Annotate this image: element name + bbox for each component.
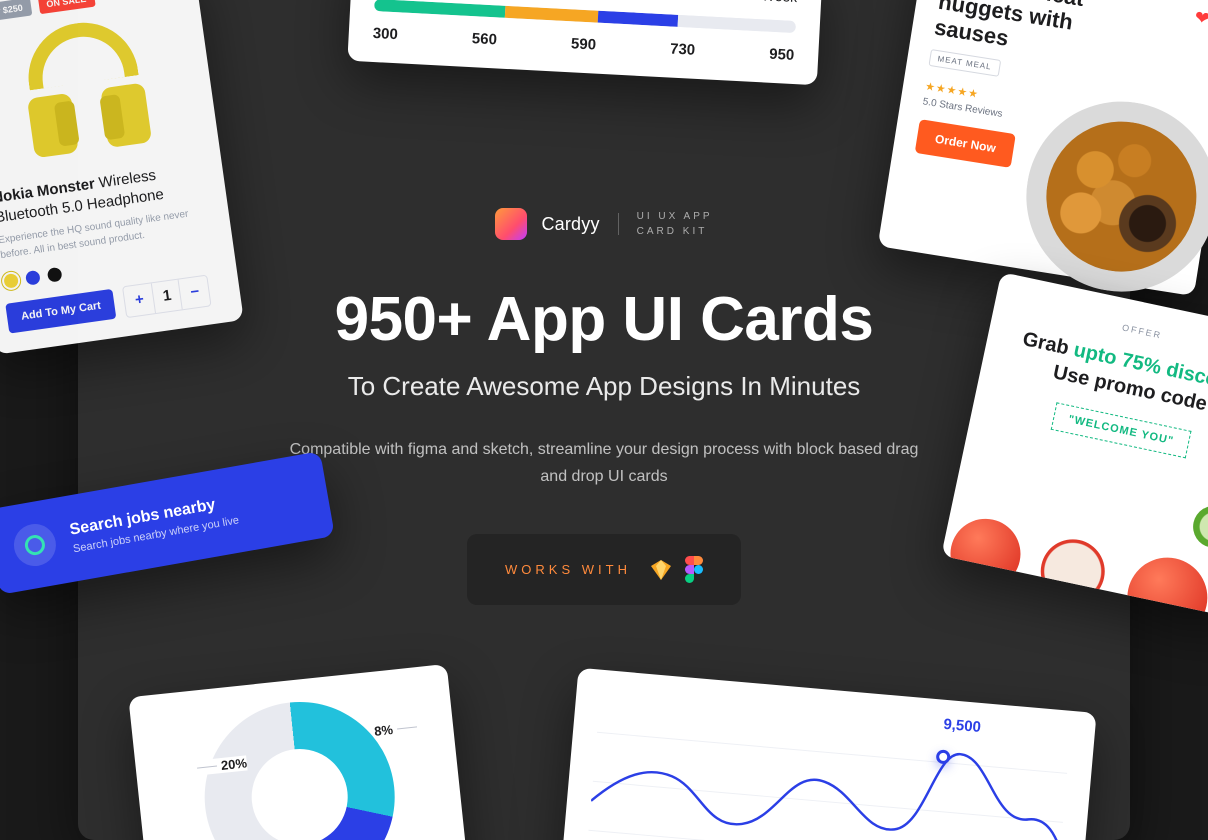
food-tag: MEAT MEAL	[928, 49, 1000, 77]
brand-tagline-l1: UI UX APP	[637, 209, 713, 224]
brand-tagline: UI UX APP CARD KIT	[637, 209, 713, 239]
line-chart-svg	[587, 692, 1071, 840]
figma-icon	[685, 556, 703, 583]
swatch-yellow[interactable]	[3, 272, 19, 288]
offer-prefix: Grab	[1021, 328, 1077, 360]
swatch-blue[interactable]	[25, 269, 41, 285]
badge-sale: ON SALE	[37, 0, 95, 14]
donut-label-8: 8%	[373, 719, 417, 738]
order-now-button[interactable]: Order Now	[915, 119, 1016, 168]
location-icon	[11, 521, 60, 570]
sketch-icon	[649, 558, 673, 582]
progress-labels: 300 560 590 730 950	[372, 25, 794, 64]
brand-tagline-l2: CARD KIT	[637, 224, 713, 239]
qty-minus[interactable]: −	[179, 275, 211, 309]
promo-code[interactable]: "WELCOME YOU"	[1051, 402, 1191, 458]
progress-label-3: 730	[670, 41, 696, 59]
swatch-black[interactable]	[47, 266, 63, 282]
progress-label-1: 560	[471, 30, 497, 48]
brand-name: Cardyy	[541, 214, 599, 235]
works-with-label: WORKS WITH	[505, 562, 631, 577]
works-with-pill: WORKS WITH	[467, 534, 741, 605]
qty-plus[interactable]: +	[123, 283, 155, 317]
headphones-image	[1, 5, 170, 174]
heart-icon[interactable]: ❤	[1187, 3, 1208, 33]
brand-logo-icon	[495, 208, 527, 240]
progress-label-0: 300	[372, 25, 398, 43]
hero-description: Compatible with figma and sketch, stream…	[284, 436, 924, 490]
qty-value: 1	[151, 279, 183, 313]
progress-label-2: 590	[571, 35, 597, 53]
card-food: Chicken meat nuggets with sauses MEAT ME…	[878, 0, 1208, 296]
brand-separator	[618, 213, 619, 235]
line-peak-label: 9,500	[943, 716, 982, 736]
progress-label-4: 950	[769, 46, 795, 64]
